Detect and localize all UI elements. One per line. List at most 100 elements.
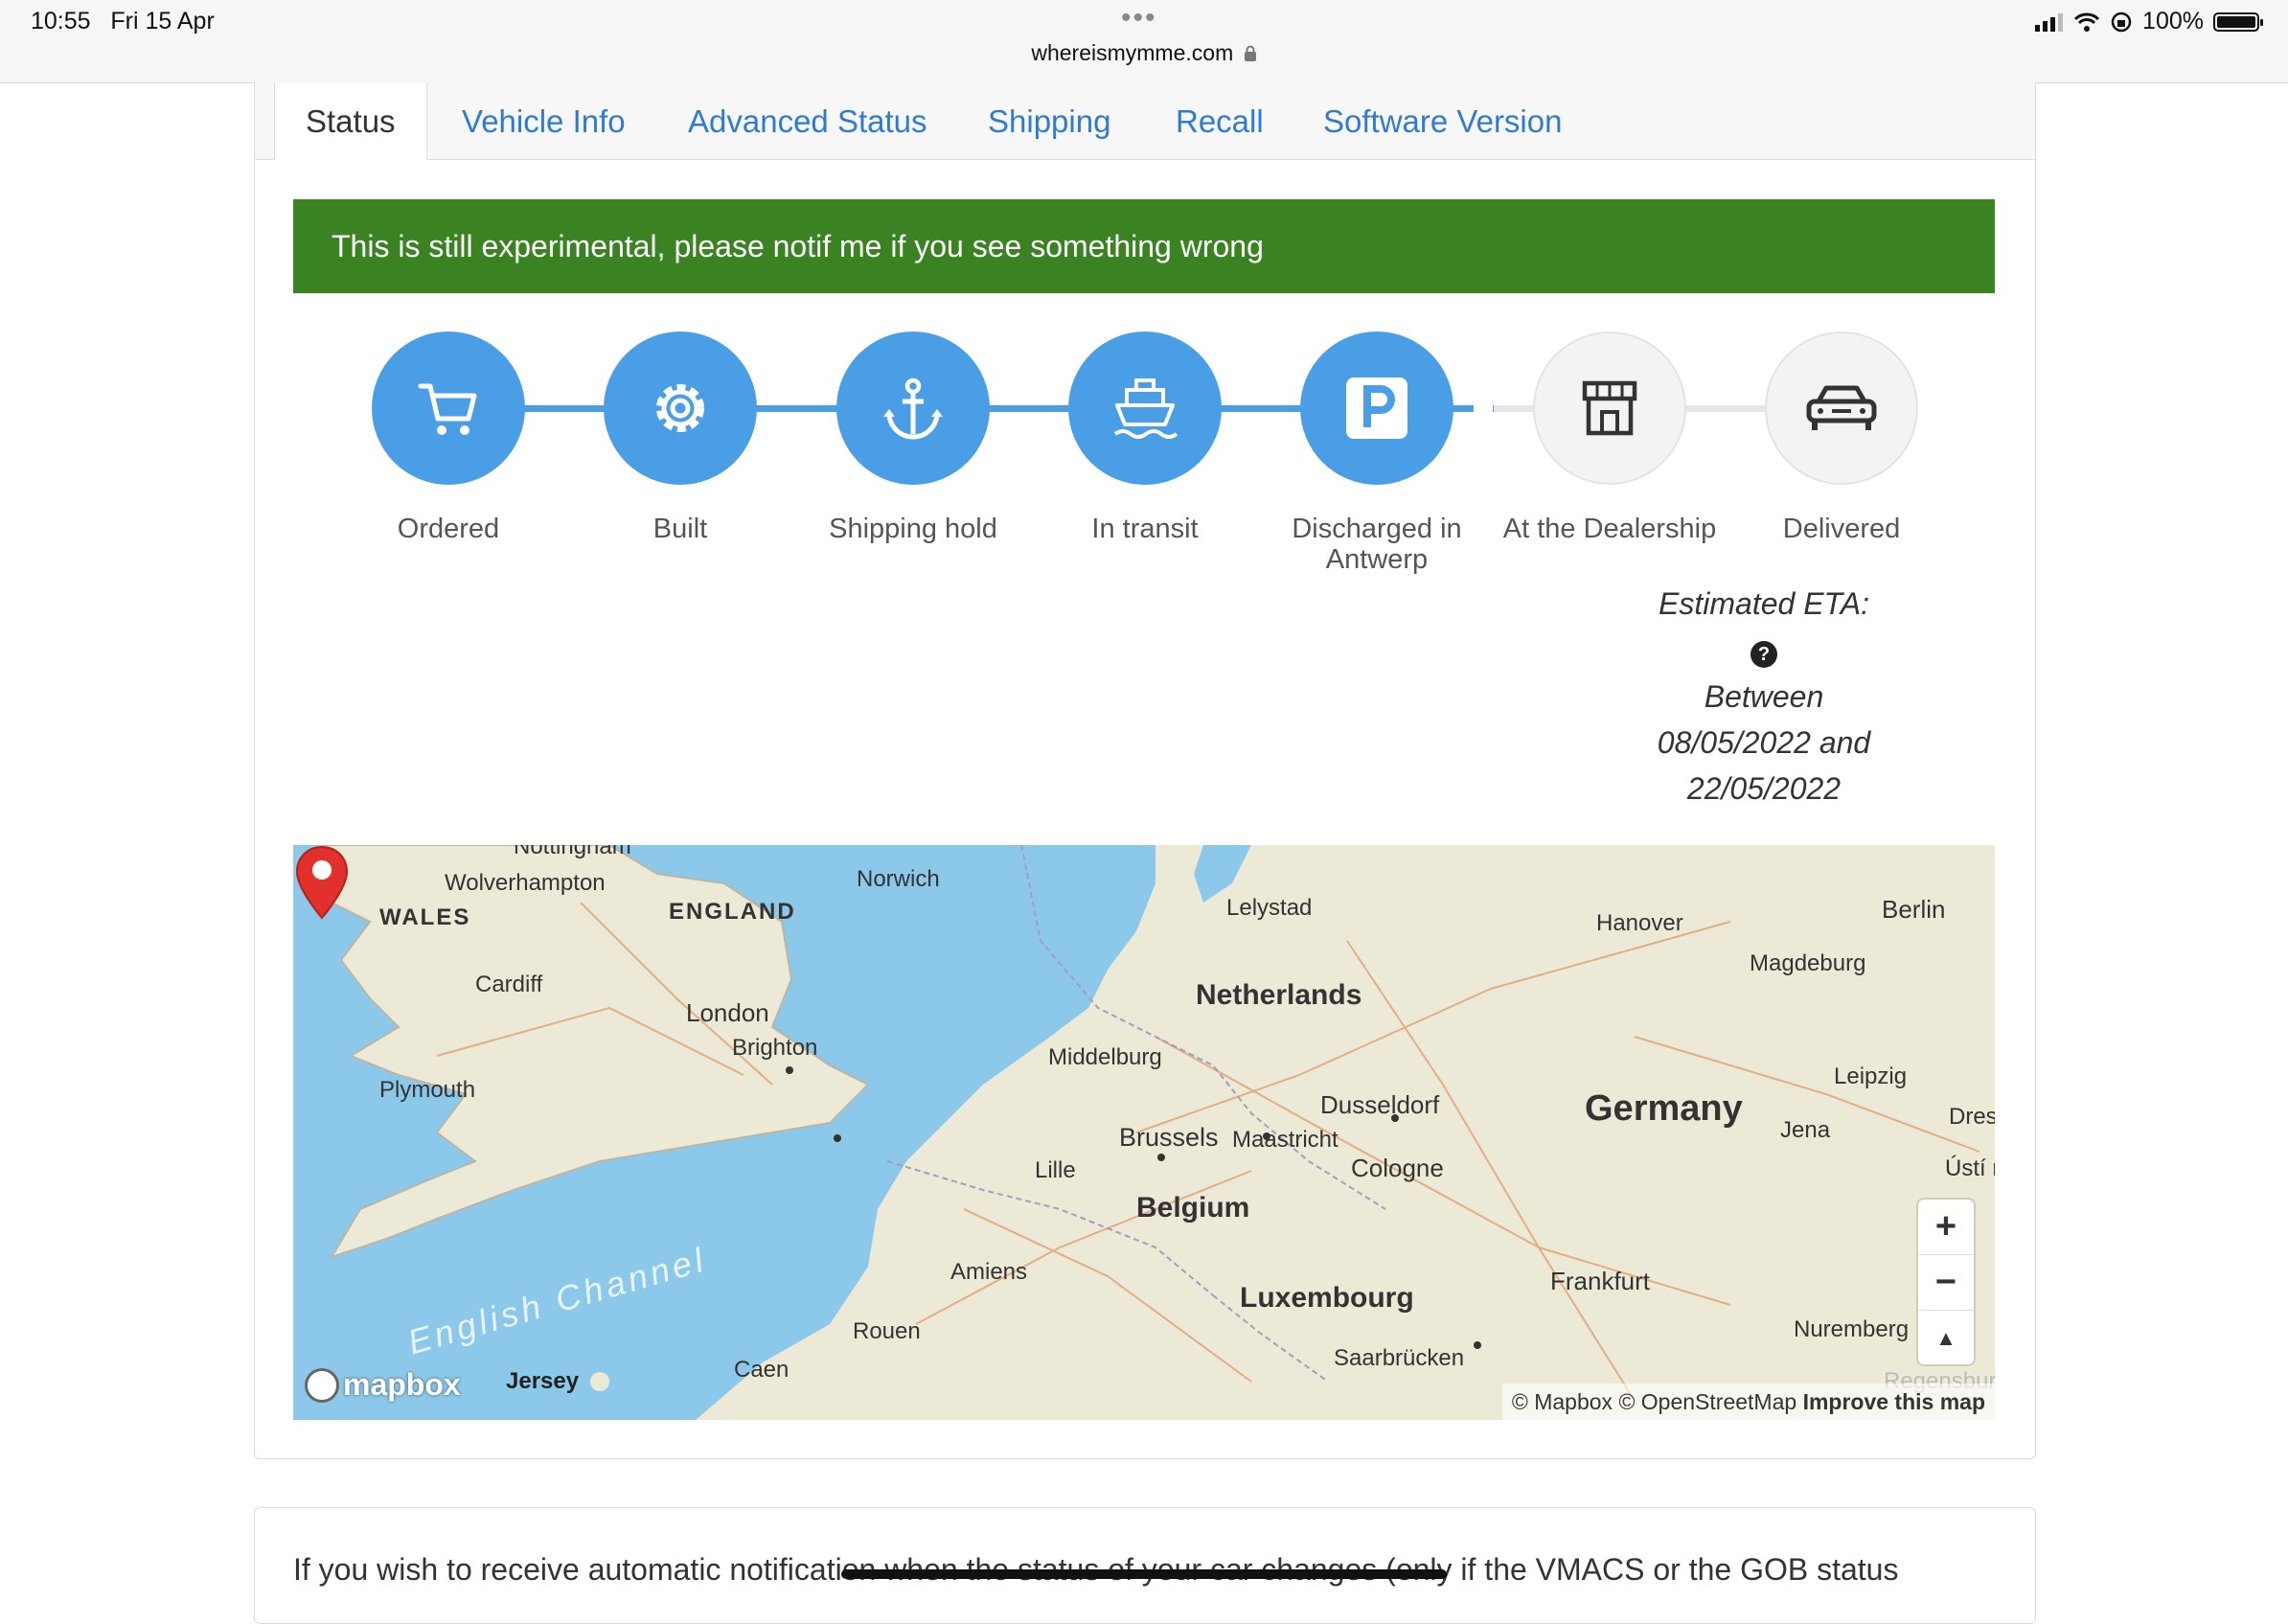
map-label: Dusseldorf: [1320, 1090, 1440, 1119]
clock: 10:55 Fri 15 Apr: [31, 8, 215, 34]
map-label: Plymouth: [379, 1077, 476, 1103]
city-dot: [1391, 1114, 1399, 1122]
map-zoom-controls: + − ▲: [1918, 1200, 1974, 1364]
anchor-icon: [883, 377, 943, 440]
tab-recall[interactable]: Recall: [1176, 82, 1264, 159]
map-label: Norwich: [857, 866, 940, 892]
url-bar[interactable]: whereismymme.com: [0, 40, 2288, 66]
map-label: Belgium: [1136, 1192, 1250, 1224]
compass-button[interactable]: ▲: [1918, 1311, 1974, 1365]
map-attribution: © Mapbox © OpenStreetMap Improve this ma…: [1501, 1384, 1995, 1420]
tab-vehicle-info[interactable]: Vehicle Info: [462, 82, 626, 159]
mapbox-logo-icon: [305, 1367, 339, 1403]
map-label: Caen: [734, 1357, 789, 1383]
eta-range-line3: 22/05/2022: [1686, 771, 1842, 806]
map-label: Brighton: [732, 1035, 818, 1061]
rotation-lock-icon: [2111, 11, 2132, 32]
battery-icon: [2213, 11, 2263, 32]
map-label: Rouen: [853, 1318, 921, 1344]
map-label: Cardiff: [475, 972, 543, 997]
map-label: Germany: [1585, 1088, 1743, 1129]
estimated-eta: Estimated ETA: ? Between 08/05/2022 and …: [1620, 581, 1908, 812]
signal-icon: [2035, 12, 2064, 32]
step-label-in-transit: In transit: [1091, 514, 1199, 544]
gear-icon: [656, 384, 704, 432]
zoom-in-button[interactable]: +: [1918, 1200, 1974, 1255]
help-icon[interactable]: ?: [1750, 641, 1777, 668]
step-discharged: [1300, 332, 1453, 485]
tab-bar: Status Vehicle Info Advanced Status Ship…: [255, 82, 2035, 160]
step-in-transit: [1068, 332, 1222, 485]
mapbox-logo[interactable]: mapbox: [305, 1367, 461, 1403]
step-label-discharged: Discharged in Antwerp: [1292, 514, 1462, 575]
map-label: Lille: [1035, 1157, 1076, 1183]
step-built: [604, 332, 757, 485]
battery-percent: 100%: [2142, 8, 2204, 34]
store-icon: [1582, 380, 1637, 436]
step-delivered: [1765, 332, 1918, 485]
map-label: Luxembourg: [1240, 1282, 1414, 1314]
home-indicator[interactable]: [841, 1569, 1447, 1579]
map-label: Dres: [1949, 1104, 1995, 1130]
map-label: Middelburg: [1048, 1044, 1162, 1070]
map-label: ENGLAND: [669, 899, 796, 925]
map-label: Amiens: [950, 1259, 1028, 1285]
ship-icon: [1113, 378, 1178, 439]
wifi-icon: [2073, 12, 2100, 32]
eta-range-line1: Between: [1704, 679, 1824, 714]
step-label-ordered: Ordered: [397, 514, 500, 544]
map-label: WALES: [379, 904, 471, 930]
map-label: Jersey: [506, 1368, 580, 1394]
map-label: Jena: [1780, 1117, 1831, 1143]
tab-software-version[interactable]: Software Version: [1323, 82, 1562, 159]
map-label: Maastricht: [1232, 1127, 1338, 1153]
attribution-osm-link[interactable]: © OpenStreetMap: [1618, 1389, 1796, 1414]
tab-advanced-status[interactable]: Advanced Status: [688, 82, 927, 159]
map-label: Nuremberg: [1794, 1316, 1910, 1342]
map-label: Nottingham: [514, 845, 631, 859]
step-ordered: [372, 332, 525, 485]
map-label: Cologne: [1351, 1154, 1444, 1182]
city-dot: [1263, 1132, 1270, 1140]
map-label: Hanover: [1596, 910, 1683, 936]
map-label: Wolverhampton: [445, 870, 606, 896]
tab-shipping[interactable]: Shipping: [988, 82, 1110, 159]
map-label: Netherlands: [1196, 979, 1362, 1011]
attribution-mapbox-link[interactable]: © Mapbox: [1512, 1389, 1613, 1414]
lock-icon: [1244, 45, 1256, 61]
experimental-alert: This is still experimental, please notif…: [293, 199, 1995, 293]
cart-icon: [418, 383, 477, 435]
map-label: Leipzig: [1834, 1064, 1908, 1089]
parking-icon: [1346, 377, 1407, 439]
city-dot: [786, 1066, 793, 1074]
location-map[interactable]: Nottingham Wolverhampton Norwich WALES E…: [293, 845, 1995, 1420]
map-label: Frankfurt: [1550, 1267, 1651, 1295]
more-dots-icon[interactable]: •••: [1121, 2, 1157, 34]
city-dot: [1157, 1154, 1165, 1161]
location-pin-icon[interactable]: [293, 845, 351, 922]
status-card: Status Vehicle Info Advanced Status Ship…: [254, 82, 2036, 1459]
step-label-shipping-hold: Shipping hold: [829, 514, 997, 544]
tab-status[interactable]: Status: [274, 82, 427, 160]
improve-map-link[interactable]: Improve this map: [1803, 1389, 1985, 1414]
step-label-delivered: Delivered: [1782, 514, 1901, 544]
map-label: Berlin: [1882, 895, 1946, 924]
notification-card: If you wish to receive automatic notific…: [254, 1507, 2036, 1624]
map-label: Magdeburg: [1750, 950, 1866, 976]
map-label: Lelystad: [1226, 895, 1313, 921]
eta-range-line2: 08/05/2022 and: [1657, 725, 1871, 760]
map-label: Saarbrücken: [1334, 1345, 1465, 1371]
city-dot: [1474, 1341, 1481, 1349]
car-icon: [1806, 385, 1877, 430]
step-dealership: [1533, 332, 1686, 485]
eta-title: Estimated ETA:: [1659, 586, 1869, 621]
step-label-built: Built: [652, 514, 708, 544]
step-shipping-hold: [836, 332, 990, 485]
step-label-dealership: At the Dealership: [1502, 514, 1717, 544]
map-label: Brussels: [1119, 1123, 1219, 1152]
zoom-out-button[interactable]: −: [1918, 1255, 1974, 1311]
city-dot: [834, 1134, 841, 1142]
map-label: Ústí n: [1945, 1155, 1995, 1181]
map-label: London: [686, 998, 769, 1027]
browser-status-bar: 10:55 Fri 15 Apr ••• whereismymme.com 10…: [0, 0, 2288, 83]
